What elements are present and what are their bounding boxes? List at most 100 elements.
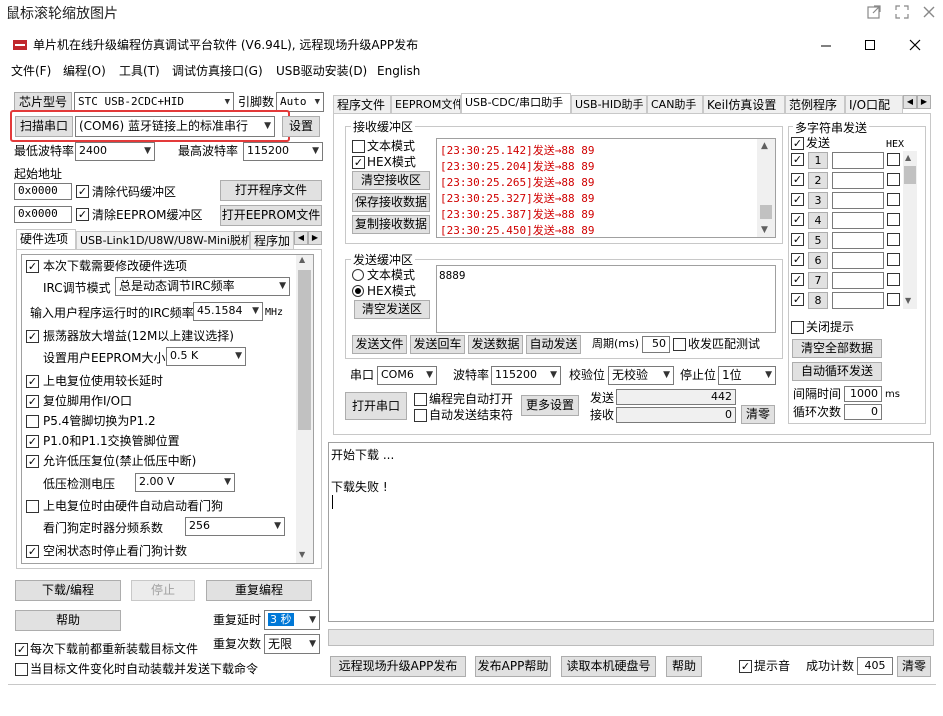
scroll-down-icon[interactable]: ▼: [299, 550, 305, 559]
repeat-count-select[interactable]: 无限 ▼: [264, 634, 320, 654]
multi-row-input[interactable]: [832, 252, 884, 269]
tab-program-encrypt[interactable]: 程序加: [250, 231, 294, 250]
tab-eeprom-file[interactable]: EEPROM文件: [391, 95, 461, 114]
multi-row-hex-checkbox[interactable]: [887, 273, 900, 286]
auto-open-checkbox[interactable]: [414, 393, 427, 406]
recv-scrollbar[interactable]: [757, 139, 775, 237]
reset-io-checkbox[interactable]: [26, 395, 39, 408]
tab-usb-cdc[interactable]: USB-CDC/串口助手: [461, 93, 571, 114]
menu-english[interactable]: English: [377, 63, 420, 79]
recv-textarea[interactable]: [23:30:25.142]发送→88 89 [23:30:25.204]发送→…: [436, 138, 776, 238]
scroll-down-icon[interactable]: ▼: [761, 225, 768, 235]
auto-send-cmd-checkbox[interactable]: [15, 663, 28, 676]
lvr-checkbox[interactable]: [26, 455, 39, 468]
multi-row-input[interactable]: [832, 172, 884, 189]
multi-row-hex-checkbox[interactable]: [887, 233, 900, 246]
multi-row-hex-checkbox[interactable]: [887, 153, 900, 166]
multi-row-input[interactable]: [832, 212, 884, 229]
scroll-up-icon[interactable]: ▲: [761, 141, 768, 151]
multi-row-send-button[interactable]: 1: [808, 152, 828, 169]
multi-row-send-button[interactable]: 4: [808, 212, 828, 229]
options-scrollbar-thumb[interactable]: [298, 270, 311, 430]
publish-app-button[interactable]: 远程现场升级APP发布: [330, 656, 466, 677]
baud-select[interactable]: 115200 ▼: [491, 366, 561, 385]
lvd-select[interactable]: 2.00 V ▼: [135, 473, 235, 492]
interval-input[interactable]: 1000: [844, 386, 882, 402]
repeat-delay-select[interactable]: 3 秒 ▼: [264, 610, 320, 630]
multi-row-send-checkbox[interactable]: [791, 273, 804, 286]
port-settings-button[interactable]: 设置: [282, 116, 320, 137]
wdt-div-select[interactable]: 256 ▼: [185, 517, 285, 536]
multi-row-hex-checkbox[interactable]: [887, 253, 900, 266]
p10-checkbox[interactable]: [26, 435, 39, 448]
multi-send-all-checkbox[interactable]: [791, 137, 804, 150]
multi-row-input[interactable]: [832, 232, 884, 249]
send-textarea[interactable]: 8889: [436, 265, 776, 333]
tab-usb-link[interactable]: USB-Link1D/U8W/U8W-Mini脱机: [76, 231, 250, 250]
log-area[interactable]: 开始下载 ... 下载失败 !: [328, 442, 934, 622]
port-select[interactable]: (COM6) 蓝牙链接上的标准串行 ▼: [75, 116, 275, 137]
tab-hardware-options[interactable]: 硬件选项: [16, 229, 76, 250]
read-disk-button[interactable]: 读取本机硬盘号: [561, 656, 656, 677]
right-tab-scroll-right-icon[interactable]: ▶: [917, 95, 931, 109]
more-settings-button[interactable]: 更多设置: [521, 395, 579, 416]
stop-bit-select[interactable]: 1位 ▼: [718, 366, 776, 385]
eeprom-addr-input[interactable]: 0x0000: [14, 206, 72, 223]
multi-scrollbar-thumb[interactable]: [904, 166, 916, 184]
clear-code-checkbox[interactable]: [76, 185, 89, 198]
reprogram-button[interactable]: 重复编程: [206, 580, 312, 601]
port-select-right[interactable]: COM6 ▼: [377, 366, 437, 385]
p54-checkbox[interactable]: [26, 415, 39, 428]
close-icon[interactable]: [907, 37, 923, 53]
multi-row-hex-checkbox[interactable]: [887, 193, 900, 206]
clear-all-button[interactable]: 清空全部数据: [792, 339, 882, 358]
modify-options-checkbox[interactable]: [26, 260, 39, 273]
fullscreen-icon[interactable]: [894, 4, 910, 20]
stop-button[interactable]: 停止: [131, 580, 195, 601]
open-external-icon[interactable]: [866, 4, 882, 20]
menu-debug[interactable]: 调试仿真接口(G): [172, 63, 263, 79]
eeprom-size-select[interactable]: 0.5 K ▼: [166, 347, 246, 366]
tab-scroll-right-icon[interactable]: ▶: [308, 231, 322, 245]
menu-program[interactable]: 编程(O): [63, 63, 106, 79]
tab-io-config[interactable]: I/O口配: [845, 95, 903, 114]
scroll-up-icon[interactable]: ▲: [299, 255, 305, 264]
multi-row-send-checkbox[interactable]: [791, 213, 804, 226]
scroll-down-icon[interactable]: ▼: [905, 296, 911, 305]
save-recv-button[interactable]: 保存接收数据: [352, 193, 430, 212]
clear-recv-button[interactable]: 清空接收区: [352, 171, 430, 190]
multi-row-send-button[interactable]: 5: [808, 232, 828, 249]
recv-text-mode-checkbox[interactable]: [352, 140, 365, 153]
beep-checkbox[interactable]: [739, 660, 752, 673]
multi-row-input[interactable]: [832, 292, 884, 309]
close-tip-checkbox[interactable]: [791, 321, 804, 334]
multi-row-input[interactable]: [832, 192, 884, 209]
tab-keil[interactable]: Keil仿真设置: [703, 95, 785, 114]
parity-select[interactable]: 无校验 ▼: [608, 366, 674, 385]
tab-usb-hid[interactable]: USB-HID助手: [571, 95, 647, 114]
tab-scroll-left-icon[interactable]: ◀: [294, 231, 308, 245]
success-clear-button[interactable]: 清零: [897, 656, 931, 677]
multi-row-send-button[interactable]: 2: [808, 172, 828, 189]
recv-hex-mode-checkbox[interactable]: [352, 156, 365, 169]
scan-port-button[interactable]: 扫描串口: [15, 116, 73, 137]
help-button[interactable]: 帮助: [15, 610, 121, 631]
recv-scrollbar-thumb[interactable]: [760, 205, 772, 219]
reset-delay-checkbox[interactable]: [26, 375, 39, 388]
copy-recv-button[interactable]: 复制接收数据: [352, 215, 430, 234]
publish-help-button[interactable]: 发布APP帮助: [475, 656, 551, 677]
open-eeprom-file-button[interactable]: 打开EEPROM文件: [220, 205, 322, 226]
multi-row-send-checkbox[interactable]: [791, 233, 804, 246]
menu-file[interactable]: 文件(F): [11, 63, 51, 79]
multi-row-input[interactable]: [832, 272, 884, 289]
clear-eeprom-checkbox[interactable]: [76, 208, 89, 221]
match-test-checkbox[interactable]: [673, 338, 686, 351]
max-baud-select[interactable]: 115200 ▼: [243, 142, 323, 161]
download-button[interactable]: 下载/编程: [15, 580, 121, 601]
multi-row-send-button[interactable]: 3: [808, 192, 828, 209]
open-program-file-button[interactable]: 打开程序文件: [220, 180, 322, 201]
multi-row-hex-checkbox[interactable]: [887, 173, 900, 186]
auto-end-checkbox[interactable]: [414, 409, 427, 422]
wdt-checkbox[interactable]: [26, 500, 39, 513]
open-port-button[interactable]: 打开串口: [345, 392, 407, 420]
